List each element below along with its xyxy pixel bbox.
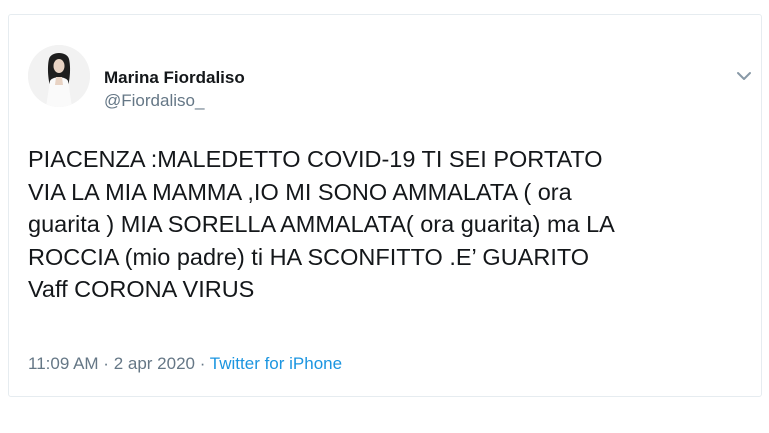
tweet-time[interactable]: 11:09 AM xyxy=(28,354,99,373)
tweet-text: PIACENZA :MALEDETTO COVID-19 TI SEI PORT… xyxy=(28,143,748,306)
tweet-date[interactable]: 2 apr 2020 xyxy=(114,354,195,373)
author-handle[interactable]: @Fiordaliso_ xyxy=(104,91,204,111)
profile-photo-icon xyxy=(28,45,90,107)
tweet-text-line: PIACENZA :MALEDETTO COVID-19 TI SEI PORT… xyxy=(28,146,603,172)
chevron-down-icon[interactable] xyxy=(734,66,754,86)
author-name[interactable]: Marina Fiordaliso xyxy=(104,68,245,88)
tweet-text-line: ROCCIA (mio padre) ti HA SCONFITTO .E’ G… xyxy=(28,243,590,270)
tweet-text-line: VIA LA MIA MAMMA ,IO MI SONO AMMALATA ( … xyxy=(28,178,572,205)
meta-separator: · xyxy=(194,354,210,373)
tweet-text-line: guarita ) MIA SORELLA AMMALATA( ora guar… xyxy=(28,211,615,237)
meta-separator: · xyxy=(98,354,114,373)
tweet-source-link[interactable]: Twitter for iPhone xyxy=(210,354,342,373)
avatar[interactable] xyxy=(28,45,90,107)
tweet-text-line: Vaff CORONA VIRUS xyxy=(28,276,255,302)
tweet-meta: 11:09 AM · 2 apr 2020 · Twitter for iPho… xyxy=(28,354,342,374)
